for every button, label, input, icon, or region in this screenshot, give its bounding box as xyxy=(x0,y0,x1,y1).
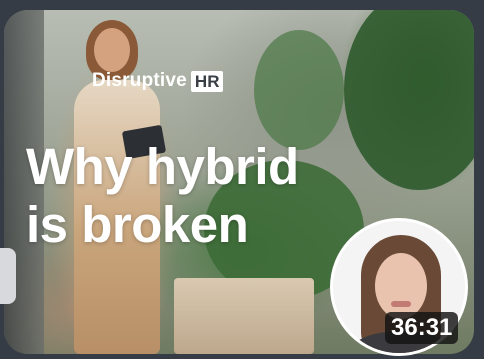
avatar-face xyxy=(375,253,427,319)
brand-badge: HR xyxy=(190,70,224,92)
background-plant xyxy=(254,30,344,150)
person-head xyxy=(94,28,130,72)
background-plant xyxy=(344,10,474,190)
brand-logo: Disruptive HR xyxy=(92,70,224,92)
brand-name: Disruptive xyxy=(92,70,187,91)
duration-badge: 36:31 xyxy=(385,312,459,344)
headline-line-2: is broken xyxy=(26,196,249,253)
avatar-lips xyxy=(391,301,411,307)
video-headline: Why hybrid is broken xyxy=(26,138,299,254)
planter-box xyxy=(174,278,314,354)
headline-line-1: Why hybrid xyxy=(26,138,299,195)
video-thumbnail-frame: Disruptive HR Why hybrid is broken 36:31 xyxy=(0,0,484,359)
adjacent-card-edge[interactable] xyxy=(0,248,16,304)
